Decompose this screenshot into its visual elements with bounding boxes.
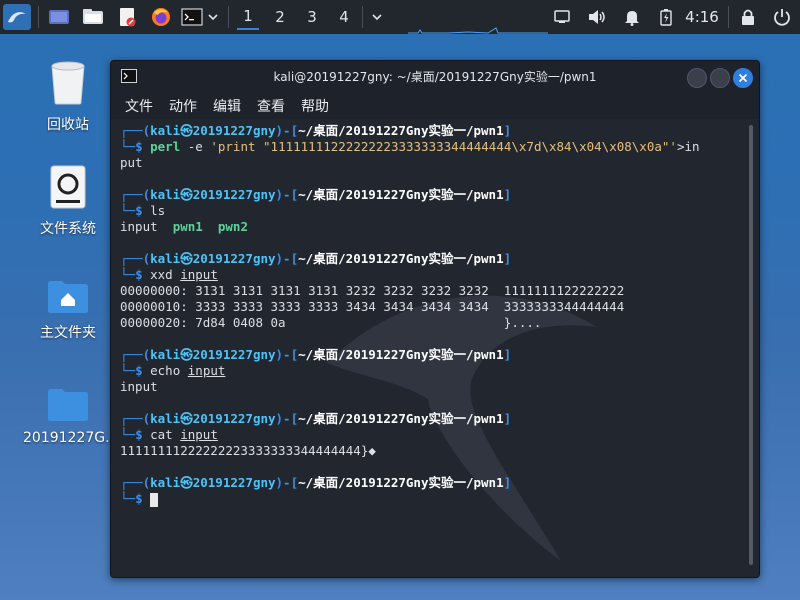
kali-menu-button[interactable] — [3, 4, 31, 30]
desktop-icon-trash[interactable]: 回收站 — [23, 58, 113, 134]
trash-icon — [51, 61, 85, 105]
command-line: └─$ xxd input — [120, 267, 218, 282]
window-title: kali@20191227gny: ~/桌面/20191227Gny实验一/pw… — [273, 70, 597, 84]
text-editor-button[interactable] — [114, 4, 140, 30]
clock[interactable]: 4:16 — [684, 4, 720, 30]
folder-icon — [83, 9, 103, 24]
battery-icon[interactable] — [655, 4, 677, 30]
command-line: └─$ ls — [120, 203, 166, 218]
minimize-button[interactable] — [687, 68, 707, 88]
prompt-line: ┌──(kali㉿20191227gny)-[~/桌面/20191227Gny实… — [120, 475, 512, 490]
menu-bar: 文件 动作 编辑 查看 帮助 — [111, 93, 759, 119]
notification-bell-icon[interactable] — [620, 4, 644, 30]
terminal-output[interactable]: ┌──(kali㉿20191227gny)-[~/桌面/20191227Gny实… — [111, 119, 745, 577]
workspace-2-button[interactable]: 2 — [269, 4, 291, 30]
ls-output: input pwn1 pwn2 — [120, 219, 248, 234]
workspace-3-button[interactable]: 3 — [301, 4, 323, 30]
menu-file[interactable]: 文件 — [125, 96, 153, 116]
hard-drive-icon — [50, 165, 86, 209]
volume-icon[interactable] — [585, 4, 609, 30]
prompt-line: ┌──(kali㉿20191227gny)-[~/桌面/20191227Gny实… — [120, 251, 512, 266]
command-line: └─$ echo input — [120, 363, 226, 378]
folder-icon — [48, 389, 88, 421]
close-button[interactable] — [733, 68, 753, 88]
desktop-icon-label: 20191227G... — [23, 430, 119, 446]
echo-output: input — [120, 379, 158, 394]
taskbar: 1 2 3 4 4:16 — [0, 0, 800, 34]
workspace-1-button[interactable]: 1 — [237, 4, 259, 30]
desktop-icon-home[interactable]: 主文件夹 — [23, 278, 113, 342]
terminal-window[interactable]: kali@20191227gny: ~/桌面/20191227Gny实验一/pw… — [110, 60, 760, 578]
xxd-output-line: 00000020: 7d84 0408 0a }.... — [120, 315, 542, 330]
chevron-down-icon — [208, 14, 218, 21]
power-icon[interactable] — [770, 4, 794, 30]
command-line: └─$ cat input — [120, 427, 218, 442]
firefox-button[interactable] — [148, 4, 174, 30]
terminal-icon — [181, 8, 203, 26]
kali-dragon-watermark — [327, 295, 597, 561]
desktop-icon — [49, 10, 69, 24]
home-folder-icon — [48, 281, 88, 313]
kali-dragon-icon — [8, 12, 26, 23]
menu-view[interactable]: 查看 — [257, 96, 285, 116]
text-editor-icon — [120, 8, 136, 27]
desktop-icon-label: 文件系统 — [40, 221, 96, 237]
cpu-monitor-graph — [408, 27, 548, 34]
window-list-dropdown[interactable] — [368, 4, 386, 30]
desktop-icon-label: 主文件夹 — [40, 325, 96, 341]
file-manager-button[interactable] — [80, 4, 106, 30]
text-cursor — [150, 492, 159, 507]
lock-screen-icon[interactable] — [737, 4, 759, 30]
command-wrap: put — [120, 155, 143, 170]
chevron-down-icon — [372, 14, 382, 21]
firefox-icon — [152, 8, 170, 26]
workspace-4-button[interactable]: 4 — [333, 4, 355, 30]
command-line: └─$ perl -e 'print "11111111222222223333… — [120, 139, 700, 154]
xxd-output-line: 00000010: 3333 3333 3333 3333 3434 3434 … — [120, 299, 625, 314]
menu-edit[interactable]: 编辑 — [213, 96, 241, 116]
title-bar[interactable]: kali@20191227gny: ~/桌面/20191227Gny实验一/pw… — [111, 61, 759, 93]
launcher-dropdown-button[interactable] — [205, 4, 221, 30]
show-desktop-button[interactable] — [46, 4, 72, 30]
close-icon — [738, 73, 748, 83]
menu-action[interactable]: 动作 — [169, 96, 197, 116]
active-command-line[interactable]: └─$ — [120, 491, 159, 507]
scrollbar-thumb[interactable] — [749, 125, 753, 565]
prompt-line: ┌──(kali㉿20191227gny)-[~/桌面/20191227Gny实… — [120, 411, 512, 426]
maximize-button[interactable] — [710, 68, 730, 88]
xxd-output-line: 00000000: 3131 3131 3131 3131 3232 3232 … — [120, 283, 625, 298]
desktop-icon-folder[interactable]: 20191227G... — [23, 386, 119, 446]
scrollbar[interactable] — [745, 119, 759, 577]
prompt-line: ┌──(kali㉿20191227gny)-[~/桌面/20191227Gny实… — [120, 123, 512, 138]
cat-output: 11111111222222223333333344444444}◆ — [120, 443, 376, 458]
prompt-line: ┌──(kali㉿20191227gny)-[~/桌面/20191227Gny实… — [120, 347, 512, 362]
menu-help[interactable]: 帮助 — [301, 96, 329, 116]
desktop-icon-label: 回收站 — [47, 117, 89, 133]
prompt-line: ┌──(kali㉿20191227gny)-[~/桌面/20191227Gny实… — [120, 187, 512, 202]
terminal-launcher-button[interactable] — [180, 4, 204, 30]
desktop-icon-filesystem[interactable]: 文件系统 — [23, 164, 113, 238]
network-icon[interactable] — [550, 4, 574, 30]
